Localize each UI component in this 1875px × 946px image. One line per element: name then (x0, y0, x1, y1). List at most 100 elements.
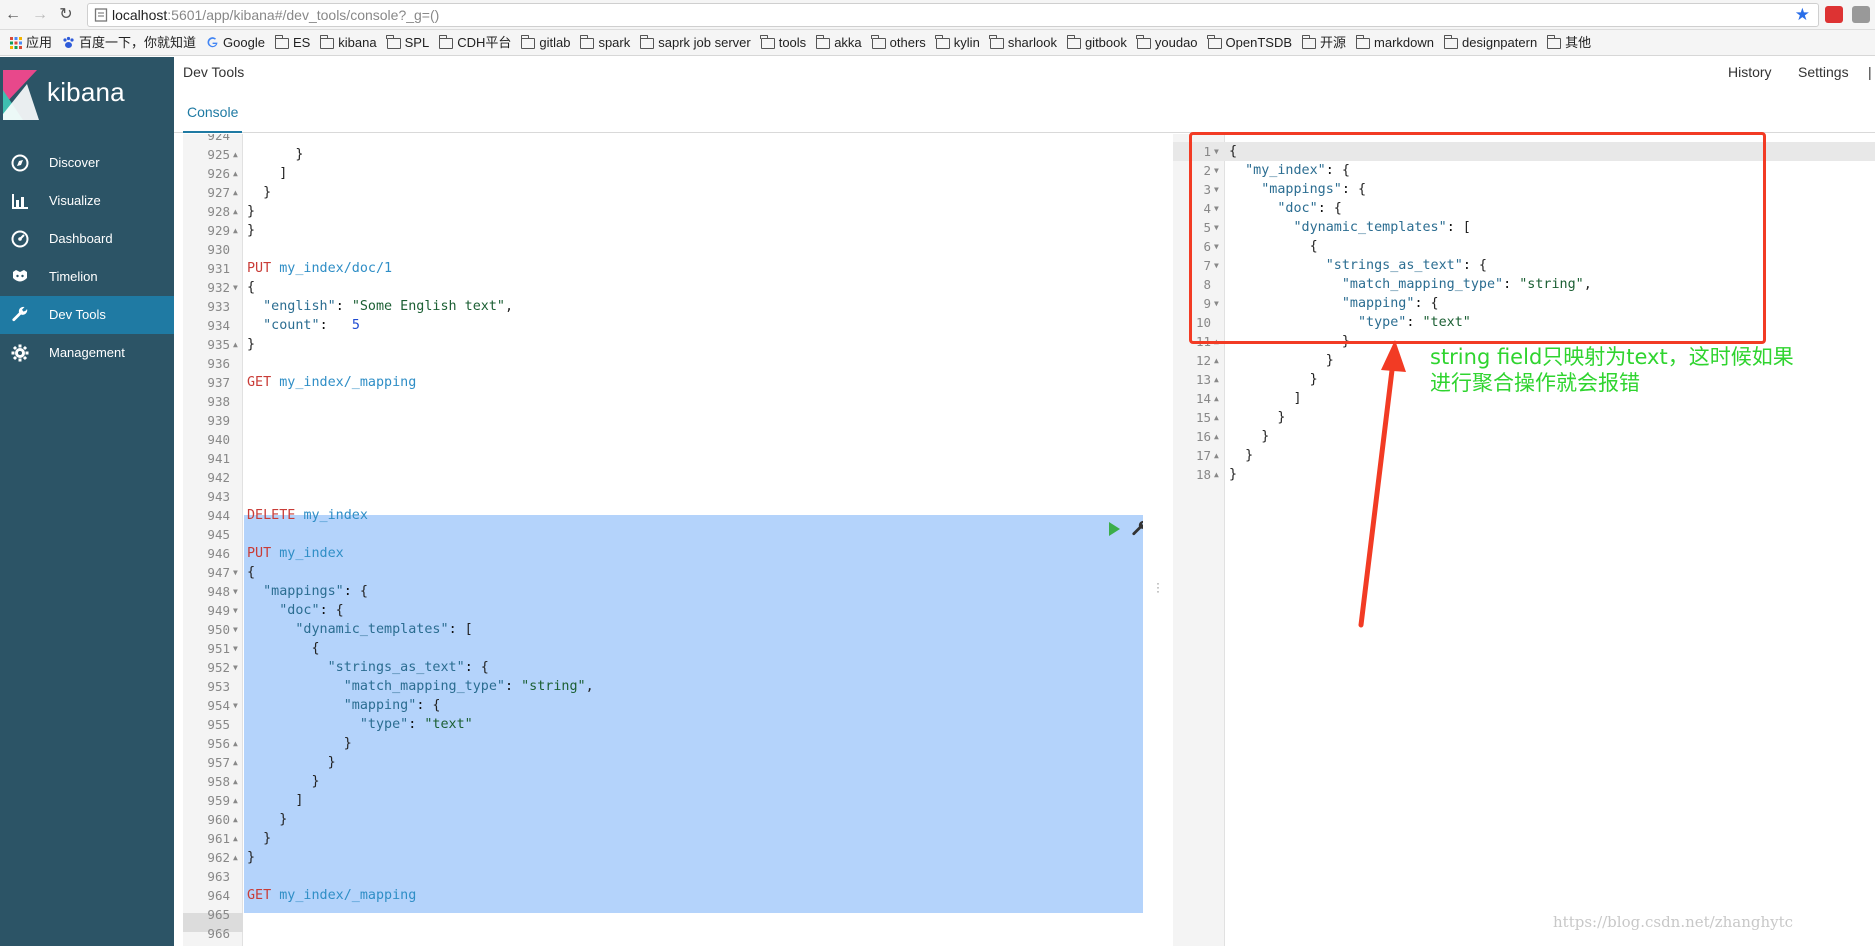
code-line[interactable]: 17 ▲ } (1173, 446, 1875, 465)
code-line[interactable]: 942 (183, 468, 1143, 487)
code-line[interactable]: 952 ▼ "strings_as_text": { (183, 658, 1143, 677)
code-line[interactable]: 935 ▲} (183, 335, 1143, 354)
fold-toggle-icon[interactable]: ▲ (233, 829, 238, 848)
bookmark-item[interactable]: SPL (386, 30, 429, 55)
fold-toggle-icon[interactable]: ▼ (233, 601, 238, 620)
help-link-cut[interactable]: | (1868, 64, 1874, 80)
code-line[interactable]: 928 ▲} (183, 202, 1143, 221)
code-line[interactable]: 927 ▲ } (183, 183, 1143, 202)
code-line[interactable]: 962 ▲} (183, 848, 1143, 867)
fold-toggle-icon[interactable]: ▲ (233, 221, 238, 240)
bookmark-item[interactable]: ES (274, 30, 310, 55)
back-icon[interactable]: ← (2, 4, 24, 26)
code-line[interactable]: 936 (183, 354, 1143, 373)
address-bar[interactable]: localhost:5601/app/kibana#/dev_tools/con… (87, 3, 1819, 27)
fold-toggle-icon[interactable]: ▲ (233, 810, 238, 829)
code-line[interactable]: 934 "count": 5 (183, 316, 1143, 335)
code-line[interactable]: 941 (183, 449, 1143, 468)
bookmark-item[interactable]: akka (815, 30, 862, 55)
code-line[interactable]: 953 "match_mapping_type": "string", (183, 677, 1143, 696)
code-line[interactable]: 960 ▲ } (183, 810, 1143, 829)
bookmark-item[interactable]: kylin (935, 30, 980, 55)
bookmark-item[interactable]: 应用 (10, 30, 52, 55)
code-line[interactable]: 958 ▲ } (183, 772, 1143, 791)
code-line[interactable]: 943 (183, 487, 1143, 506)
code-line[interactable]: 954 ▼ "mapping": { (183, 696, 1143, 715)
bookmark-item[interactable]: markdown (1355, 30, 1434, 55)
request-options-wrench-icon[interactable] (1131, 520, 1143, 538)
fold-toggle-icon[interactable]: ▲ (1214, 370, 1219, 389)
bookmark-item[interactable]: OpenTSDB (1207, 30, 1292, 55)
extension-icon[interactable] (1825, 6, 1843, 23)
code-line[interactable]: 950 ▼ "dynamic_templates": [ (183, 620, 1143, 639)
panel-resizer[interactable]: · · · (1143, 134, 1173, 946)
fold-toggle-icon[interactable]: ▲ (233, 734, 238, 753)
code-line[interactable]: 931 PUT my_index/doc/1 (183, 259, 1143, 278)
code-line[interactable]: 961 ▲ } (183, 829, 1143, 848)
settings-link[interactable]: Settings (1798, 64, 1849, 80)
sidebar-item-timelion[interactable]: Timelion (0, 258, 174, 296)
code-line[interactable]: 925 ▲ } (183, 145, 1143, 164)
code-line[interactable]: 18 ▲} (1173, 465, 1875, 484)
code-line[interactable]: 939 (183, 411, 1143, 430)
fold-toggle-icon[interactable]: ▼ (233, 696, 238, 715)
code-line[interactable]: 957 ▲ } (183, 753, 1143, 772)
code-line[interactable]: 959 ▲ ] (183, 791, 1143, 810)
sidebar-item-management[interactable]: Management (0, 334, 174, 372)
sidebar-item-dashboard[interactable]: Dashboard (0, 220, 174, 258)
fold-toggle-icon[interactable]: ▲ (233, 848, 238, 867)
fold-toggle-icon[interactable]: ▲ (233, 183, 238, 202)
sidebar-item-discover[interactable]: Discover (0, 144, 174, 182)
fold-toggle-icon[interactable]: ▼ (233, 639, 238, 658)
bookmark-item[interactable]: designpatern (1443, 30, 1537, 55)
bookmark-item[interactable]: sharlook (989, 30, 1057, 55)
code-line[interactable]: 949 ▼ "doc": { (183, 601, 1143, 620)
request-editor[interactable]: 924 925 ▲ } 926 ▲ ] 927 ▲ } 928 ▲} 929 ▲} 930 931 PUT… (183, 134, 1143, 946)
code-line[interactable]: 945 (183, 525, 1143, 544)
fold-toggle-icon[interactable]: ▼ (233, 658, 238, 677)
code-line[interactable]: 965 (183, 905, 1143, 924)
code-line[interactable]: 932 ▼ { (183, 278, 1143, 297)
code-line[interactable]: 963 (183, 867, 1143, 886)
resize-handle-icon[interactable]: · · · (1155, 577, 1161, 597)
page-info-icon[interactable] (94, 7, 108, 23)
fold-toggle-icon[interactable]: ▲ (1214, 427, 1219, 446)
code-line[interactable]: 947 ▼ { (183, 563, 1143, 582)
code-line[interactable]: 929 ▲} (183, 221, 1143, 240)
code-line[interactable]: 926 ▲ ] (183, 164, 1143, 183)
bookmark-item[interactable]: gitlab (520, 30, 570, 55)
fold-toggle-icon[interactable]: ▼ (233, 620, 238, 639)
bookmark-item[interactable]: kibana (319, 30, 377, 55)
code-line[interactable]: 938 (183, 392, 1143, 411)
fold-toggle-icon[interactable]: ▲ (1214, 389, 1219, 408)
code-line[interactable]: 944 DELETE my_index (183, 506, 1143, 525)
kibana-logo[interactable]: kibana (0, 57, 174, 133)
tab-console[interactable]: Console (183, 97, 243, 133)
code-line[interactable]: 964 GET my_index/_mapping (183, 886, 1143, 905)
sidebar-item-dev-tools[interactable]: Dev Tools (0, 296, 174, 334)
fold-toggle-icon[interactable]: ▲ (1214, 351, 1219, 370)
code-line[interactable]: 946 PUT my_index (183, 544, 1143, 563)
send-request-play-icon[interactable] (1109, 522, 1120, 536)
code-line[interactable]: 955 "type": "text" (183, 715, 1143, 734)
code-line[interactable]: 924 (183, 134, 1143, 145)
fold-toggle-icon[interactable]: ▲ (1214, 446, 1219, 465)
fold-toggle-icon[interactable]: ▼ (233, 563, 238, 582)
fold-toggle-icon[interactable]: ▲ (233, 791, 238, 810)
fold-toggle-icon[interactable]: ▲ (233, 772, 238, 791)
bookmark-item[interactable]: 其他 (1546, 30, 1591, 55)
camera-extension-icon[interactable] (1852, 6, 1870, 23)
code-line[interactable]: 940 (183, 430, 1143, 449)
bookmark-item[interactable]: others (871, 30, 926, 55)
forward-icon[interactable]: → (29, 4, 51, 26)
code-line[interactable]: 937 GET my_index/_mapping (183, 373, 1143, 392)
fold-toggle-icon[interactable]: ▲ (233, 202, 238, 221)
bookmark-item[interactable]: tools (760, 30, 806, 55)
bookmark-item[interactable]: 百度一下，你就知道 (62, 30, 196, 55)
fold-toggle-icon[interactable]: ▲ (1214, 408, 1219, 427)
bookmark-star-icon[interactable]: ★ (1795, 5, 1810, 25)
bookmark-item[interactable]: CDH平台 (438, 30, 511, 55)
fold-toggle-icon[interactable]: ▲ (233, 164, 238, 183)
code-line[interactable]: 956 ▲ } (183, 734, 1143, 753)
bookmark-item[interactable]: gitbook (1066, 30, 1127, 55)
